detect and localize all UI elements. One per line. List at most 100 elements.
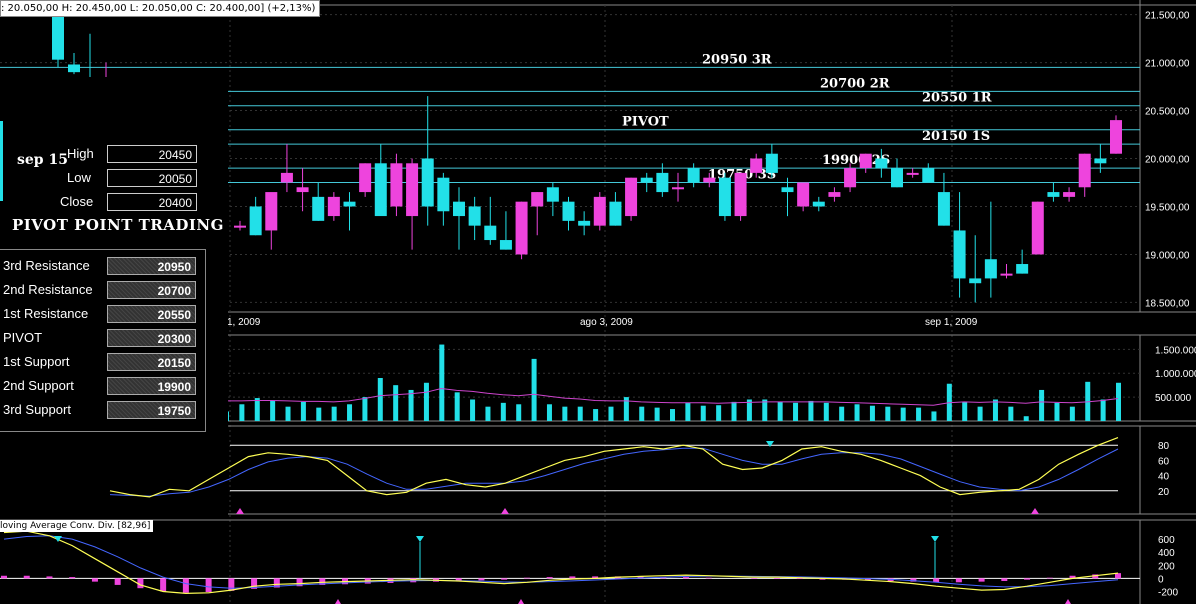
candle-body (578, 220, 591, 226)
volume-bar (408, 389, 414, 421)
candle-body (1016, 264, 1029, 274)
volume-bar (254, 398, 260, 421)
volume-bar (500, 402, 506, 421)
candle-body (625, 177, 638, 217)
volume-bar (900, 407, 906, 421)
macd-histogram-bar (1046, 577, 1053, 579)
price-tick-label: 18.500,00 (1145, 298, 1190, 309)
volume-bar (762, 399, 768, 421)
macd-tick-label: -200 (1158, 587, 1178, 598)
candle-body (374, 163, 387, 217)
volume-bar (1008, 406, 1014, 421)
macd-histogram-bar (955, 578, 962, 583)
level-value: 20550 (107, 305, 196, 323)
stochastic-d-line (109, 447, 1119, 497)
macd-histogram-bar (705, 577, 712, 579)
candle-body (453, 201, 465, 217)
volume-bar (700, 405, 706, 421)
volume-tick-label: 1.500.000 (1155, 345, 1196, 356)
candle-body (859, 153, 872, 169)
close-value[interactable]: 20400 (107, 193, 197, 211)
high-label: High (67, 146, 94, 161)
macd-histogram-bar (546, 577, 553, 579)
volume-bar (793, 402, 799, 421)
low-value[interactable]: 20050 (107, 169, 197, 187)
candle-body (828, 192, 841, 197)
candle-body (750, 158, 763, 173)
candle-body (891, 168, 903, 188)
candle-body (844, 168, 857, 188)
candle-body (437, 177, 450, 212)
macd-histogram-bar (1, 575, 7, 579)
candle-body (390, 163, 403, 207)
volume-bar (423, 382, 429, 421)
macd-histogram-bar (501, 578, 508, 580)
panel-title: PIVOT POINT TRADING (12, 216, 224, 234)
macd-histogram-bar (683, 577, 690, 579)
volume-tick-label: 1.000.000 (1155, 369, 1196, 380)
signal-arrow-icon (335, 599, 341, 604)
price-tick-label: 20.000,00 (1145, 155, 1190, 166)
volume-bar (470, 399, 476, 421)
macd-histogram-bar (1024, 578, 1031, 580)
close-label: Close (60, 194, 94, 209)
high-value[interactable]: 20450 (107, 145, 197, 163)
candle-body (421, 158, 434, 207)
macd-histogram-bar (69, 577, 76, 579)
candle-body (468, 206, 481, 226)
candle-body (906, 172, 919, 175)
macd-histogram-bar (23, 575, 30, 579)
volume-tick-label: 500.000 (1155, 393, 1192, 404)
candle-body (406, 163, 419, 217)
candle-body (249, 206, 262, 236)
level-label: 2nd Support (3, 378, 74, 393)
volume-bar (992, 399, 998, 421)
macd-histogram-bar (46, 576, 53, 579)
volume-bar (869, 405, 875, 421)
candle-body (1078, 153, 1091, 188)
pivot-label: PIVOT (622, 115, 669, 130)
candle-body (562, 201, 575, 221)
candle-body (68, 64, 80, 73)
volume-series (224, 344, 1121, 421)
date-tick-label: sep 1, 2009 (925, 317, 978, 328)
macd-signal-line (3, 535, 1119, 589)
macd-histogram-bar (796, 578, 803, 580)
volume-bar (977, 406, 983, 421)
candle-body (656, 172, 669, 193)
candle-body (1063, 192, 1076, 197)
candle-body (718, 177, 731, 217)
volume-bar (454, 392, 460, 421)
macd-tick-label: 200 (1158, 561, 1175, 572)
volume-bar (439, 344, 445, 421)
level-label: 1st Resistance (3, 306, 89, 321)
volume-bar (777, 401, 783, 421)
volume-bar (916, 407, 922, 421)
candle-body (734, 172, 747, 217)
candle-body (1047, 192, 1060, 197)
price-tick-label: 19.000,00 (1145, 250, 1190, 261)
volume-bar (270, 400, 276, 421)
volume-bar (393, 385, 399, 421)
price-tick-label: 21.500,00 (1145, 11, 1190, 22)
signal-arrow-icon (416, 536, 424, 542)
volume-bar (362, 397, 368, 421)
level-value: 19900 (107, 377, 196, 395)
candle-body (1031, 201, 1044, 255)
macd-histogram-bar (751, 578, 758, 580)
level-label: 1st Support (3, 354, 70, 369)
candle-body (280, 172, 293, 183)
ohlc-readout: : 20.050,00 H: 20.450,00 L: 20.050,00 C:… (0, 0, 321, 17)
volume-bar (962, 401, 968, 421)
volume-bar (839, 406, 845, 421)
candle-body (937, 192, 950, 226)
pivot-label: 20700 2R (820, 76, 890, 91)
volume-bar (285, 406, 291, 421)
signal-arrow-icon (518, 599, 524, 604)
candle-body (1000, 273, 1013, 276)
candle-body (812, 201, 825, 207)
volume-bar (562, 406, 568, 421)
candle-body (1094, 158, 1107, 164)
macd-histogram-bar (1001, 578, 1008, 581)
stochastic-tick-label: 20 (1158, 487, 1170, 498)
